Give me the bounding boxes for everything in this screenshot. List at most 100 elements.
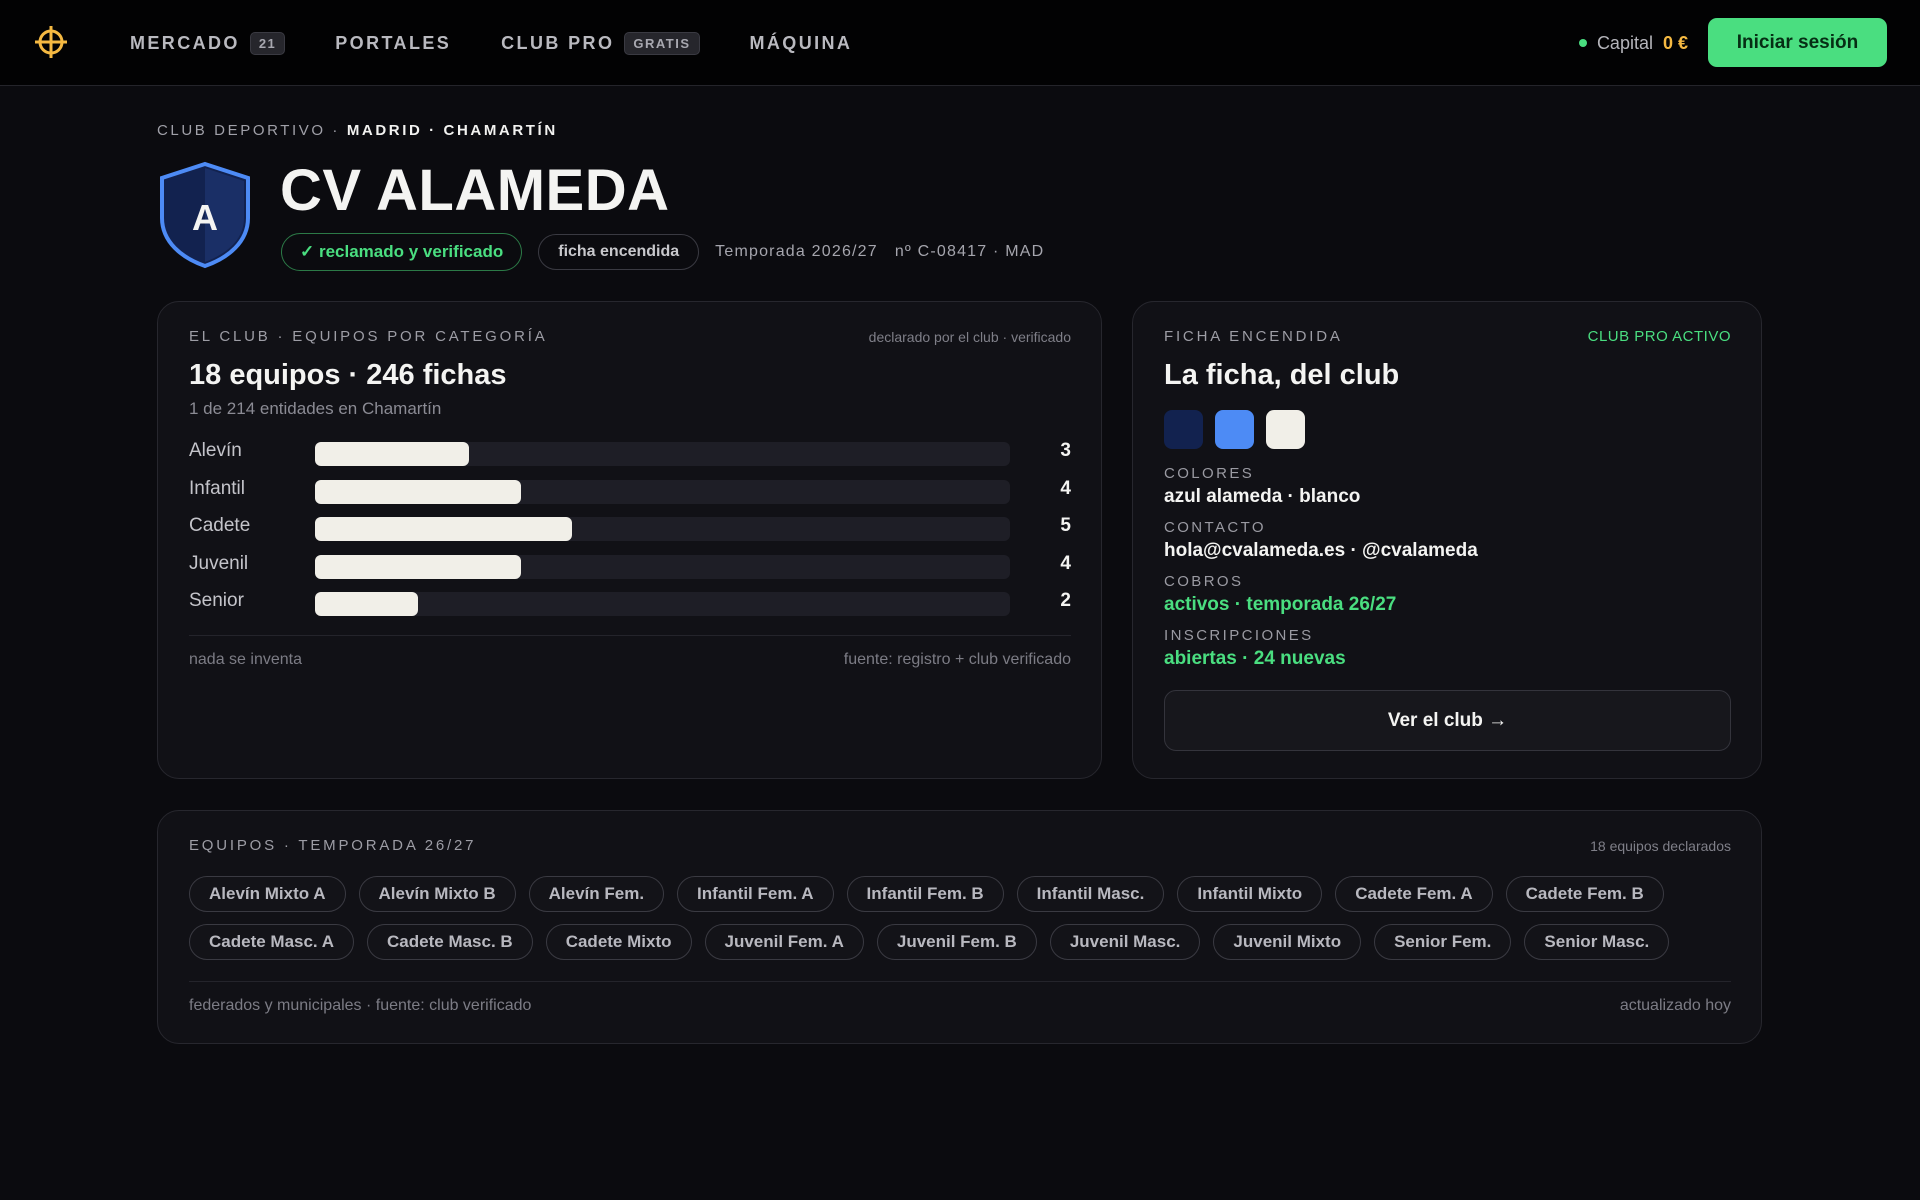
color-swatch-navy: [1164, 410, 1203, 449]
field-label: INSCRIPCIONES: [1164, 627, 1314, 644]
card-divider: [189, 981, 1731, 982]
bar-category-label: Alevín: [189, 440, 242, 461]
teams-season-card: EQUIPOS · TEMPORADA 26/27 18 equipos dec…: [157, 810, 1762, 1044]
bar-track: [315, 517, 1010, 541]
team-chip[interactable]: Cadete Mixto: [545, 924, 692, 960]
breadcrumb-location[interactable]: MADRID · CHAMARTÍN: [347, 122, 558, 139]
breadcrumb-kicker: CLUB DEPORTIVO ·: [157, 122, 341, 139]
bar-category-label: Senior: [189, 590, 244, 611]
bar-track: [315, 554, 1010, 579]
bar-row: Infantil 4: [189, 475, 1071, 513]
card-footer-left: federados y municipales · fuente: club v…: [189, 997, 532, 1014]
bar-track: [315, 442, 1010, 466]
page-title: CV ALAMEDA: [280, 158, 670, 223]
club-status-badges: ✓ reclamado y verificado ficha encendida…: [281, 233, 1044, 271]
card-kicker: EQUIPOS · TEMPORADA 26/27: [189, 837, 477, 854]
bar-row: Alevín 3: [189, 437, 1071, 475]
capital-amount: 0 €: [1662, 32, 1688, 53]
category-bar-chart: Alevín 3 Infantil 4 Cadete 5 Juvenil 4 Senior 2: [189, 437, 1071, 625]
entity-rank-subtitle: 1 de 214 entidades en Chamartín: [189, 399, 442, 418]
nav-item-label: PORTALES: [335, 32, 452, 53]
nav-free-badge: GRATIS: [624, 31, 700, 55]
team-chip[interactable]: Cadete Fem. A: [1335, 876, 1493, 912]
color-swatch-white: [1266, 410, 1305, 449]
team-chip[interactable]: Juvenil Fem. B: [876, 924, 1037, 960]
nav-count-badge: 21: [249, 31, 286, 55]
team-chip[interactable]: Infantil Fem. B: [846, 876, 1004, 912]
breadcrumb: CLUB DEPORTIVO · MADRID · CHAMARTÍN: [157, 122, 558, 139]
ficha-heading: La ficha, del club: [1164, 359, 1400, 391]
bar-category-label: Cadete: [189, 515, 251, 536]
nav-item-portales[interactable]: PORTALES: [335, 33, 451, 54]
team-chip[interactable]: Alevín Mixto A: [189, 876, 346, 912]
ficha-card: FICHA ENCENDIDA CLUB PRO ACTIVO La ficha…: [1132, 301, 1762, 779]
bar: [315, 554, 521, 579]
team-chip[interactable]: Senior Masc.: [1524, 924, 1670, 960]
bar-track: [315, 592, 1010, 616]
team-chip[interactable]: Infantil Mixto: [1177, 876, 1323, 912]
nav-item-label: MÁQUINA: [749, 32, 853, 53]
team-chip[interactable]: Alevín Fem.: [528, 876, 665, 912]
card-kicker: FICHA ENCENDIDA: [1164, 328, 1343, 345]
field-colores: COLORES azul alameda · blanco: [1164, 465, 1360, 508]
bar-row: Cadete 5: [189, 512, 1071, 550]
crosshair-logo-icon[interactable]: [33, 24, 69, 60]
card-source-note: declarado por el club · verificado: [868, 329, 1071, 345]
teams-summary-heading: 18 equipos · 246 fichas: [189, 359, 507, 391]
club-teams-by-category-card: EL CLUB · EQUIPOS POR CATEGORÍA declarad…: [157, 301, 1102, 779]
bar-value-label: 4: [1060, 477, 1071, 499]
card-kicker: EL CLUB · EQUIPOS POR CATEGORÍA: [189, 328, 548, 345]
field-value: abiertas · 24 nuevas: [1164, 648, 1346, 669]
field-inscripciones: INSCRIPCIONES abiertas · 24 nuevas: [1164, 627, 1346, 670]
team-chip-list: Alevín Mixto A Alevín Mixto B Alevín Fem. I…: [189, 876, 1749, 972]
bar-track: [315, 479, 1010, 504]
team-chip[interactable]: Cadete Fem. B: [1505, 876, 1664, 912]
bar: [315, 592, 418, 616]
main-nav: MERCADO 21 PORTALES CLUB PRO GRATIS MÁQU…: [130, 0, 902, 86]
team-chip[interactable]: Cadete Masc. B: [367, 924, 533, 960]
crest-letter: A: [192, 197, 218, 238]
verified-badge: ✓ reclamado y verificado: [281, 233, 523, 271]
team-chip[interactable]: Alevín Mixto B: [358, 876, 516, 912]
login-button[interactable]: Iniciar sesión: [1708, 18, 1887, 67]
card-divider: [189, 635, 1071, 636]
bar: [315, 479, 521, 504]
team-chip[interactable]: Juvenil Masc.: [1049, 924, 1201, 960]
field-contacto: CONTACTO hola@cvalameda.es · @cvalameda: [1164, 519, 1478, 562]
nav-item-maquina[interactable]: MÁQUINA: [750, 33, 853, 54]
bar-category-label: Infantil: [189, 477, 245, 499]
nav-item-club-pro[interactable]: CLUB PRO GRATIS: [501, 31, 700, 55]
card-footer-right: actualizado hoy: [1619, 997, 1731, 1014]
status-dot-icon: [1578, 39, 1587, 47]
season-registration-meta: Temporada 2026/27 nº C-08417 · MAD: [715, 243, 1045, 260]
team-chip[interactable]: Infantil Fem. A: [677, 876, 834, 912]
bar-row: Senior 2: [189, 587, 1071, 625]
team-chip[interactable]: Cadete Masc. A: [189, 924, 355, 960]
capital-label: Capital: [1596, 32, 1653, 53]
team-chip[interactable]: Juvenil Fem. A: [704, 924, 864, 960]
card-footer-left: nada se inventa: [189, 651, 302, 668]
top-navigation-bar: MERCADO 21 PORTALES CLUB PRO GRATIS MÁQU…: [0, 0, 1920, 86]
bar-value-label: 3: [1060, 440, 1071, 461]
bar: [315, 442, 470, 466]
field-value[interactable]: hola@cvalameda.es · @cvalameda: [1164, 540, 1478, 562]
card-footer-right: fuente: registro + club verificado: [843, 651, 1071, 668]
nav-item-label: MERCADO: [130, 32, 240, 53]
field-label: COBROS: [1164, 573, 1244, 590]
nav-item-label: CLUB PRO: [501, 32, 615, 53]
team-chip[interactable]: Senior Fem.: [1374, 924, 1512, 960]
bar-category-label: Juvenil: [189, 552, 249, 574]
field-cobros: COBROS activos · temporada 26/27: [1164, 573, 1396, 616]
field-value: azul alameda · blanco: [1164, 486, 1361, 507]
teams-count-note: 18 equipos declarados: [1590, 838, 1731, 854]
team-chip[interactable]: Juvenil Mixto: [1213, 924, 1362, 960]
club-pro-status: CLUB PRO ACTIVO: [1587, 328, 1731, 345]
nav-item-mercado[interactable]: MERCADO 21: [130, 31, 286, 55]
field-value: activos · temporada 26/27: [1164, 594, 1397, 615]
team-chip[interactable]: Infantil Masc.: [1016, 876, 1165, 912]
capital-indicator: Capital 0 €: [1578, 0, 1688, 86]
view-club-button[interactable]: Ver el club →: [1164, 690, 1731, 751]
club-color-swatches: [1164, 410, 1317, 449]
ficha-status-badge: ficha encendida: [538, 234, 700, 270]
club-crest-shield-icon: A: [160, 161, 250, 269]
